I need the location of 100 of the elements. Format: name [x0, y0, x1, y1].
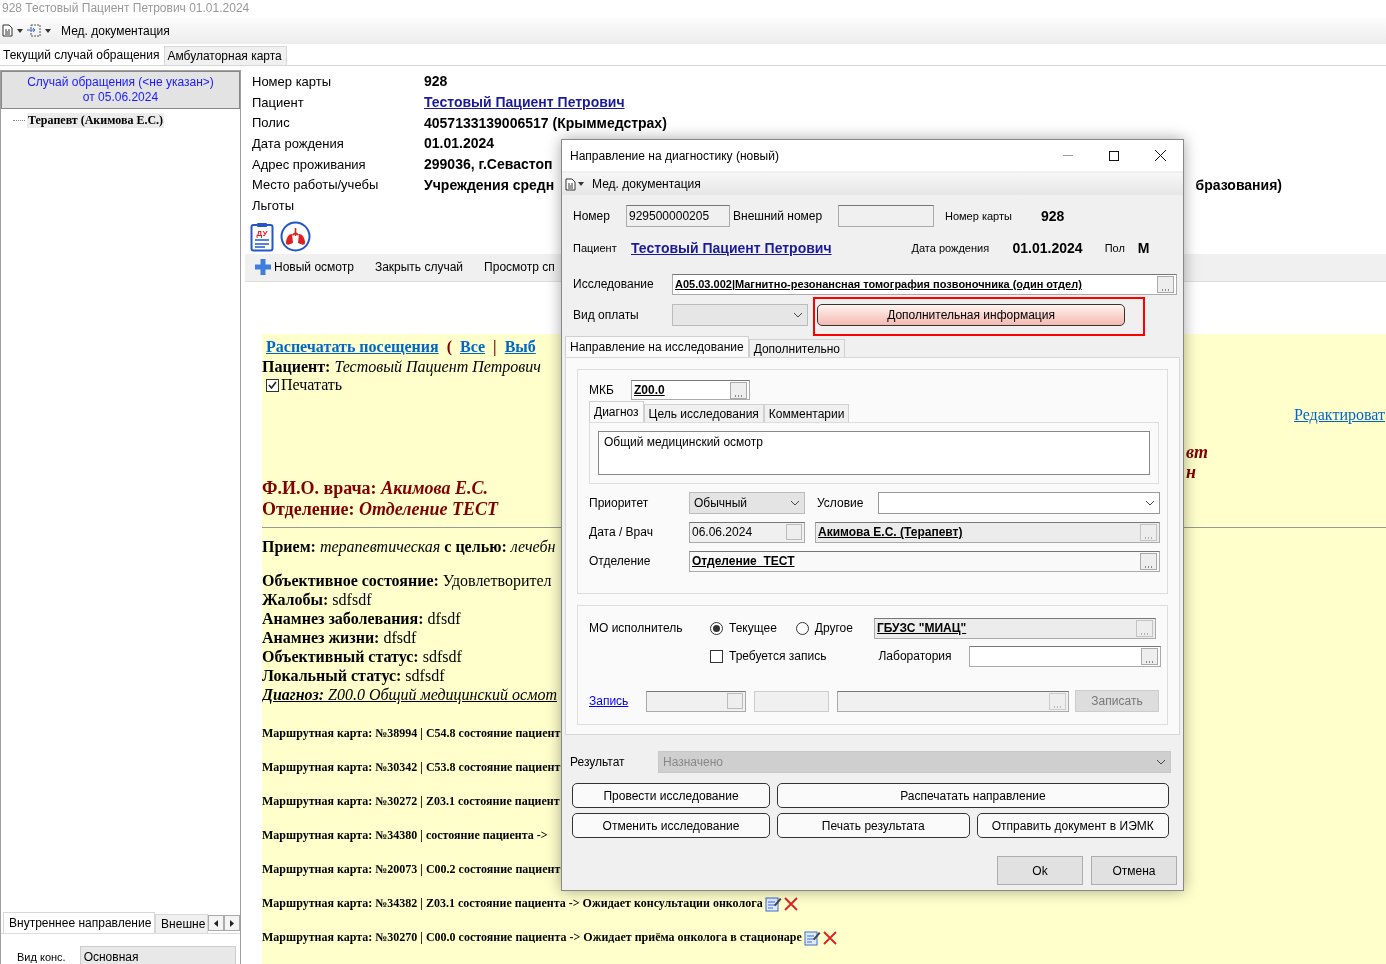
info-label: Номер карты [252, 73, 333, 89]
priority-dropdown[interactable]: Обычный [689, 492, 805, 514]
booking-time-field[interactable] [754, 690, 829, 712]
chevron-down-icon [1156, 759, 1166, 765]
window-title: 928 Тестовый Пациент Петрович 01.01.2024 [1, 0, 251, 17]
info-label: Льготы [252, 197, 295, 213]
finding-line: Локальный статус: sdfsdf [262, 666, 445, 685]
number-field[interactable]: 929500000205 [626, 205, 730, 227]
browse-button[interactable] [1141, 647, 1159, 665]
action-button[interactable]: Отменить исследование [572, 813, 770, 838]
tab[interactable]: Направление на исследование [565, 336, 749, 357]
info-label: Полис [252, 115, 291, 131]
action-button[interactable]: Провести исследование [572, 783, 770, 808]
dialog-button[interactable]: Ok [997, 856, 1083, 885]
document-icon [565, 177, 576, 191]
field-label: МО исполнитель [589, 621, 684, 635]
route-card-text: Маршрутная карта: №30270 | C00.0 состояние пациента -> Ожидает приёма онколога в стационаре [262, 930, 802, 946]
maximize-icon [1109, 150, 1119, 161]
toolbar-button[interactable]: Просмотр сп [484, 260, 555, 275]
caret-icon [45, 28, 51, 33]
payment-dropdown[interactable] [672, 304, 808, 326]
field-label: Результат [570, 755, 626, 769]
edit-link[interactable]: Редактироват [1294, 405, 1385, 424]
date-picker-button[interactable] [786, 524, 802, 540]
booking-date-field[interactable] [646, 690, 746, 712]
lungs-icon[interactable] [280, 221, 311, 253]
tab[interactable]: Внутреннее направление [3, 912, 156, 933]
external-number-field[interactable] [838, 205, 934, 227]
sex-value: М [1137, 240, 1150, 256]
booking-checkbox[interactable]: Требуется запись [710, 649, 827, 663]
doctor-field[interactable]: Акимова Е.С. (Терапевт) [815, 521, 1160, 543]
radio-option[interactable]: Текущее [710, 621, 777, 635]
route-card-text: Маршрутная карта: №30272 | Z03.1 состояние пациент [262, 794, 560, 810]
ellipsis-icon [1053, 704, 1062, 709]
field-label: МКБ [589, 383, 615, 397]
caret-icon [17, 28, 23, 33]
cross-icon[interactable] [783, 896, 798, 911]
toolbar-button[interactable]: Закрыть случай [374, 260, 464, 275]
doctor-line: Ф.И.О. врача: Акимова Е.С. [262, 477, 489, 499]
department-field[interactable]: Отделение ТЕСТ [689, 550, 1160, 572]
action-button[interactable]: Отправить документ в ИЭМК [976, 813, 1169, 838]
patient-link[interactable]: Тестовый Пациент Петрович [631, 240, 832, 256]
organization-field[interactable]: ГБУЗС "МИАЦ" [873, 617, 1156, 639]
note-pencil-icon[interactable] [803, 929, 821, 946]
tab[interactable]: Диагноз [589, 401, 644, 422]
print-checkbox[interactable]: Печатать [262, 375, 343, 395]
info-label: Дата рождения [252, 135, 345, 151]
browse-button[interactable] [1140, 552, 1157, 570]
booking-slot-field[interactable] [837, 690, 1069, 712]
field-label: Номер [573, 209, 611, 223]
field-label: Исследование [573, 277, 655, 291]
note-pencil-icon[interactable] [764, 895, 782, 912]
additional-info-button[interactable]: Дополнительная информация [817, 304, 1125, 326]
field-label: Дата / Врач [589, 525, 654, 539]
radio-option[interactable]: Другое [795, 621, 853, 635]
tab[interactable]: Цель исследования [643, 404, 764, 422]
report-link[interactable]: Распечатать посещения [266, 338, 439, 357]
tab[interactable]: Амбулаторная карта [164, 46, 287, 65]
scroll-left-button[interactable] [208, 915, 225, 931]
case-date: от 05.06.2024 [82, 90, 159, 105]
diagnosis-text-area[interactable]: Общий медицинский осмотр [598, 431, 1150, 475]
ellipsis-icon [1145, 659, 1155, 664]
tree-item[interactable]: Терапевт (Акимова Е.С.) [27, 113, 165, 128]
field-label: Вид конс. [17, 951, 66, 964]
menu-item[interactable]: Мед. документация [592, 177, 701, 191]
triangle-right-icon [230, 919, 235, 927]
browse-button[interactable] [1157, 275, 1174, 293]
cross-icon[interactable] [822, 930, 837, 945]
action-button[interactable]: Распечатать направление [777, 783, 1169, 808]
case-header[interactable]: Случай обращения (<не указан>) от 05.06.2024 [1, 71, 240, 109]
browse-button[interactable] [730, 381, 747, 399]
mkb-field[interactable]: Z00.0 [631, 380, 750, 400]
laboratory-field[interactable] [969, 645, 1162, 667]
study-field[interactable]: A05.03.002|Магнитно-резонансная томография позвоночника (один отдел) [672, 273, 1177, 295]
tab[interactable]: Дополнительно [748, 339, 846, 357]
tab[interactable]: Комментарии [763, 404, 850, 422]
consult-type-field[interactable]: Основная [79, 946, 236, 964]
transfer-icon[interactable] [27, 24, 41, 37]
field-label: Лаборатория [878, 649, 953, 663]
plus-icon [255, 259, 271, 276]
dialog-button[interactable]: Отмена [1091, 856, 1177, 885]
browse-button[interactable] [1135, 619, 1153, 637]
tab[interactable]: Внешне [155, 914, 209, 933]
report-link[interactable]: Все [460, 338, 486, 357]
browse-button[interactable] [1140, 523, 1157, 541]
date-picker-button[interactable] [727, 693, 743, 709]
route-card-text: Маршрутная карта: №34382 | Z03.1 состояние пациента -> Ожидает консультации онколога [262, 896, 763, 912]
clipboard-icon[interactable]: ДУ [250, 221, 274, 252]
date-field[interactable]: 06.06.2024 [689, 521, 805, 543]
patient-link[interactable]: Тестовый Пациент Петрович [424, 94, 625, 111]
action-button[interactable]: Печать результата [777, 813, 970, 838]
finding-line: Анамнез заболевания: dfsdf [262, 608, 461, 628]
menu-item[interactable]: Мед. документация [61, 23, 170, 38]
report-link[interactable]: Выб [504, 338, 536, 357]
visit-line: Прием: терапевтическая с целью: лечебн [262, 536, 556, 556]
finding-line: Жалобы: sdfsdf [262, 589, 372, 609]
condition-dropdown[interactable] [878, 492, 1160, 514]
scroll-right-button[interactable] [224, 915, 240, 931]
toolbar-button[interactable]: Новый осмотр [255, 259, 354, 276]
ellipsis-icon [734, 393, 743, 398]
